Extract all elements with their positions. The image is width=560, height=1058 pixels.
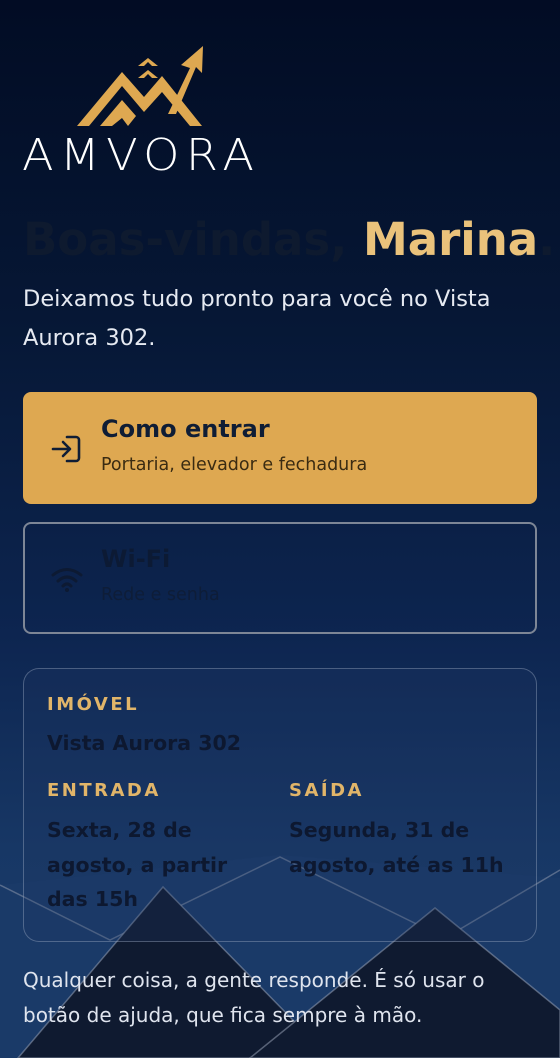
greeting-heading: Boas-vindas, Marina. bbox=[23, 210, 555, 270]
property-info-card: IMÓVEL Vista Aurora 302 ENTRADA Sexta, 2… bbox=[23, 668, 537, 942]
property-name: Vista Aurora 302 bbox=[47, 731, 242, 755]
greeting-suffix: . bbox=[538, 213, 556, 266]
brand-wordmark: AMVORA bbox=[22, 130, 261, 181]
card-title: Como entrar bbox=[101, 415, 270, 443]
card-subtitle: Rede e senha bbox=[101, 585, 220, 605]
mountain-arrow-logo-icon bbox=[77, 46, 203, 126]
brand-logo: AMVORA bbox=[22, 42, 272, 181]
help-footer-text: Qualquer coisa, a gente responde. É só u… bbox=[23, 968, 485, 1027]
checkin-label: ENTRADA bbox=[47, 780, 161, 801]
greeting-prefix: Boas-vindas, bbox=[23, 213, 363, 266]
card-title: Wi-Fi bbox=[101, 545, 171, 573]
checkout-label: SAÍDA bbox=[289, 780, 364, 801]
guest-name: Marina bbox=[362, 213, 539, 266]
property-label: IMÓVEL bbox=[47, 694, 140, 715]
wifi-icon bbox=[51, 568, 83, 592]
intro-text: Deixamos tudo pronto para você no Vista … bbox=[23, 286, 491, 351]
checkin-value: Sexta, 28 de agosto, a partir das 15h bbox=[47, 818, 228, 911]
card-subtitle: Portaria, elevador e fechadura bbox=[101, 455, 368, 475]
wifi-button[interactable]: Wi-Fi Rede e senha bbox=[23, 522, 537, 634]
checkout-value: Segunda, 31 de agosto, até as 11h bbox=[289, 818, 504, 877]
login-icon bbox=[51, 435, 81, 463]
how-to-enter-button[interactable]: Como entrar Portaria, elevador e fechadu… bbox=[23, 392, 537, 504]
